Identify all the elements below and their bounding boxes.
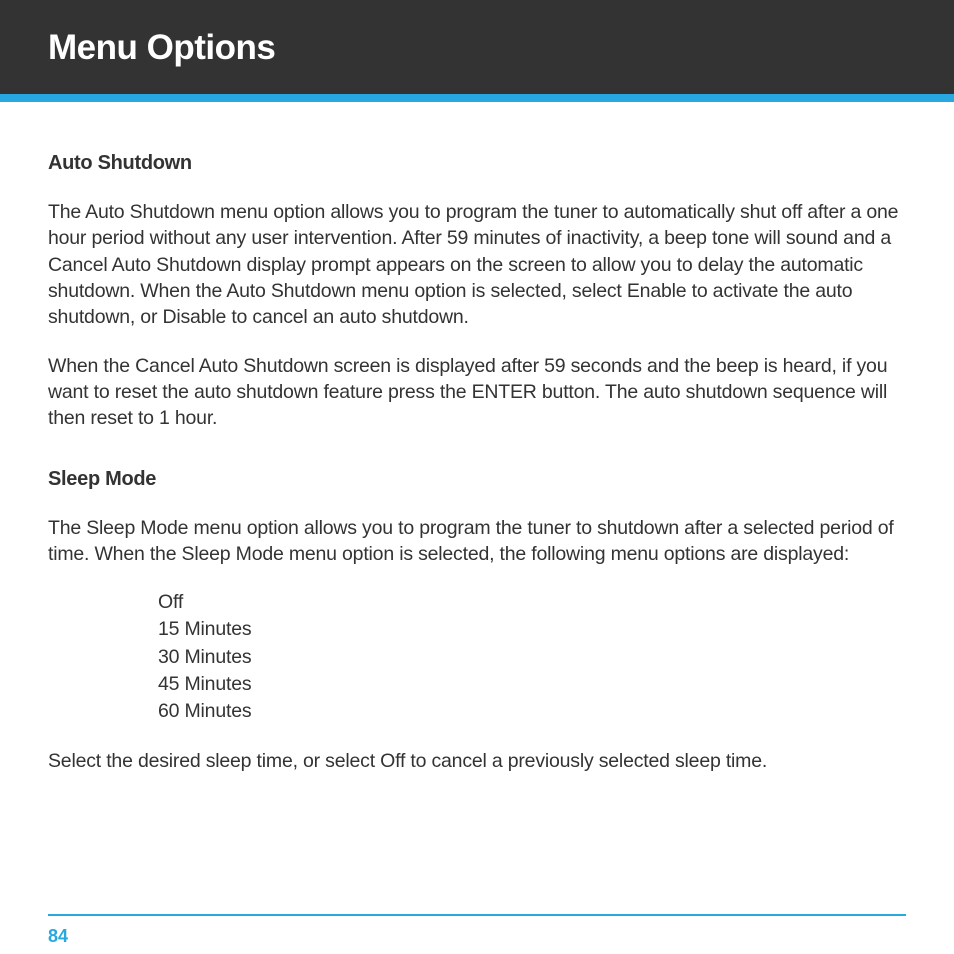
list-item: 45 Minutes — [158, 671, 906, 698]
page-number: 84 — [0, 926, 954, 947]
footer-divider — [48, 914, 906, 916]
section-heading-sleep-mode: Sleep Mode — [48, 468, 906, 491]
page-footer: 84 — [0, 914, 954, 954]
sleep-mode-options: Off 15 Minutes 30 Minutes 45 Minutes 60 … — [48, 589, 906, 725]
page-title: Menu Options — [48, 28, 906, 68]
page-content: Auto Shutdown The Auto Shutdown menu opt… — [0, 102, 954, 774]
sleep-mode-outro: Select the desired sleep time, or select… — [48, 748, 906, 774]
section-heading-auto-shutdown: Auto Shutdown — [48, 152, 906, 175]
accent-bar — [0, 94, 954, 102]
list-item: 60 Minutes — [158, 698, 906, 725]
sleep-mode-intro: The Sleep Mode menu option allows you to… — [48, 515, 906, 568]
list-item: 15 Minutes — [158, 616, 906, 643]
auto-shutdown-para2: When the Cancel Auto Shutdown screen is … — [48, 353, 906, 432]
page-header: Menu Options — [0, 0, 954, 94]
auto-shutdown-para1: The Auto Shutdown menu option allows you… — [48, 199, 906, 331]
list-item: Off — [158, 589, 906, 616]
list-item: 30 Minutes — [158, 644, 906, 671]
